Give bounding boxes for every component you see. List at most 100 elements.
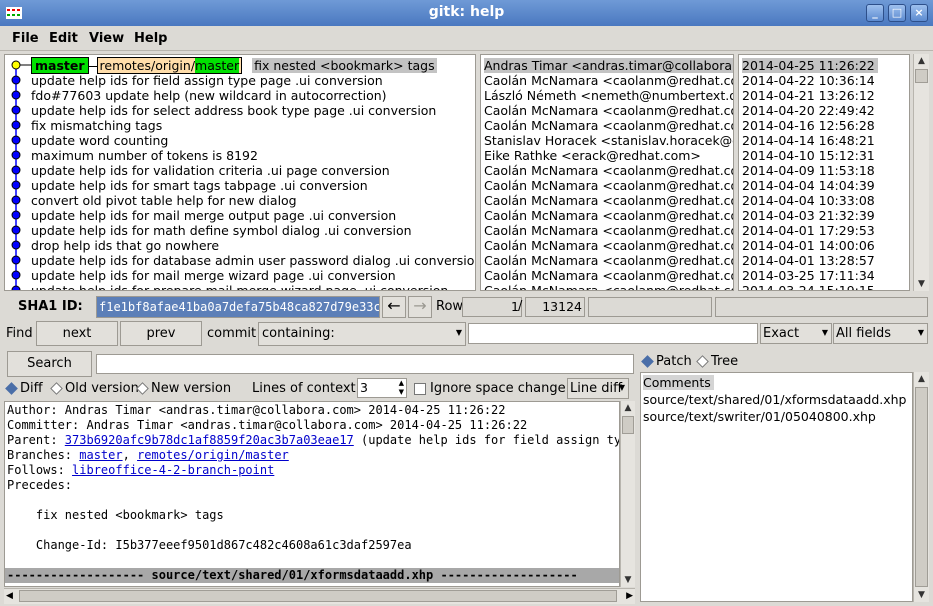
branch-link-remote[interactable]: remotes/origin/master xyxy=(137,448,289,462)
commit-row[interactable]: maximum number of tokens is 8192 xyxy=(31,148,258,163)
spinner-arrows-icon[interactable]: ▲ ▼ xyxy=(399,379,404,397)
context-spinbox[interactable]: 3 ▲ ▼ xyxy=(357,378,407,398)
author-row[interactable]: Caolán McNamara <caolanm@redhat.com xyxy=(484,238,733,253)
date-row[interactable]: 2014-04-22 10:36:14 xyxy=(742,73,875,88)
find-next-button[interactable]: next xyxy=(36,321,118,346)
commit-details[interactable]: Author: Andras Timar <andras.timar@colla… xyxy=(4,401,620,587)
author-row[interactable]: Eike Rathke <erack@redhat.com> xyxy=(484,148,701,163)
scroll-thumb[interactable] xyxy=(915,69,928,83)
date-row[interactable]: 2014-04-03 21:32:39 xyxy=(742,208,875,223)
author-row[interactable]: Caolán McNamara <caolanm@redhat.com xyxy=(484,178,733,193)
author-row[interactable]: Caolán McNamara <caolanm@redhat.com xyxy=(484,103,733,118)
hscroll-thumb[interactable] xyxy=(19,590,617,602)
file-list-comments[interactable]: Comments xyxy=(643,375,714,390)
author-row[interactable]: László Németh <nemeth@numbertext.or xyxy=(484,88,733,103)
parent-link[interactable]: 373b6920afc9b78dc1af8859f20ac3b7a03eae17 xyxy=(65,433,354,447)
commit-row[interactable]: update help ids for database admin user … xyxy=(31,253,475,268)
follows-link[interactable]: libreoffice-4-2-branch-point xyxy=(72,463,274,477)
ignore-space-checkbox[interactable]: Ignore space change xyxy=(414,381,566,396)
file-list-item[interactable]: source/text/swriter/01/05040800.xhp xyxy=(643,409,876,424)
author-row[interactable]: Caolán McNamara <caolanm@redhat.com xyxy=(484,223,733,238)
branch-tag-master[interactable]: master xyxy=(31,57,89,74)
forward-arrow-icon[interactable]: → xyxy=(408,296,432,318)
author-row[interactable]: Caolán McNamara <caolanm@redhat.com xyxy=(484,193,733,208)
menu-view[interactable]: View xyxy=(89,31,124,46)
commit-row[interactable]: update word counting xyxy=(31,133,168,148)
author-row[interactable]: Caolán McNamara <caolanm@redhat.com xyxy=(484,283,733,290)
remote-branch-tag[interactable]: remotes/origin/master xyxy=(96,57,243,74)
date-row[interactable]: 2014-04-01 17:29:53 xyxy=(742,223,875,238)
date-row[interactable]: 2014-04-01 13:28:57 xyxy=(742,253,875,268)
close-icon[interactable]: × xyxy=(910,4,928,22)
commit-list[interactable]: master remotes/origin/master fix nested <… xyxy=(4,54,476,291)
find-match-select[interactable]: Exact ▼ xyxy=(760,323,832,344)
find-fields-select[interactable]: All fields ▼ xyxy=(833,323,928,344)
menu-file[interactable]: File xyxy=(12,31,39,46)
file-list-item[interactable]: source/text/shared/01/xformsdataadd.xhp xyxy=(643,392,906,407)
file-list[interactable]: Comments source/text/shared/01/xformsdat… xyxy=(640,372,913,602)
commit-row[interactable]: update help ids for select address book … xyxy=(31,103,436,118)
details-scrollbar[interactable]: ▲ ▼ xyxy=(620,401,635,587)
date-row[interactable]: 2014-03-25 17:11:34 xyxy=(742,268,875,283)
author-list[interactable]: Andras Timar <andras.timar@collabora.c C… xyxy=(480,54,734,291)
commit-row[interactable]: update help ids for prepare mail merge w… xyxy=(31,283,448,290)
date-row[interactable]: 2014-04-20 22:49:42 xyxy=(742,103,875,118)
details-hscrollbar[interactable]: ◀ ▶ xyxy=(4,588,635,604)
patch-radio[interactable]: Patch xyxy=(641,354,692,369)
scroll-up-icon[interactable]: ▲ xyxy=(621,401,635,415)
scroll-up-icon[interactable]: ▲ xyxy=(914,54,929,68)
author-row[interactable]: Caolán McNamara <caolanm@redhat.com xyxy=(484,268,733,283)
author-row[interactable]: Caolán McNamara <caolanm@redhat.com xyxy=(484,163,733,178)
commit-subject-selected[interactable]: fix nested <bookmark> tags xyxy=(252,58,437,73)
maximize-icon[interactable]: □ xyxy=(888,4,906,22)
commit-row[interactable]: convert old pivot table help for new dia… xyxy=(31,193,297,208)
scroll-down-icon[interactable]: ▼ xyxy=(621,573,635,587)
date-row[interactable]: 2014-04-16 12:56:28 xyxy=(742,118,875,133)
title-bar[interactable]: gitk: help _ □ × xyxy=(0,0,933,26)
menu-help[interactable]: Help xyxy=(134,31,167,46)
commit-row[interactable]: update help ids for validation criteria … xyxy=(31,163,390,178)
scroll-thumb[interactable] xyxy=(622,416,634,434)
branch-link-master[interactable]: master xyxy=(79,448,122,462)
commit-row[interactable]: fdo#77603 update help (new wildcard in a… xyxy=(31,88,387,103)
date-row[interactable]: 2014-04-14 16:48:21 xyxy=(742,133,875,148)
date-row[interactable]: 2014-03-24 15:19:15 xyxy=(742,283,875,290)
commit-row[interactable]: update help ids for mail merge output pa… xyxy=(31,208,396,223)
diff-radio[interactable]: Diff xyxy=(5,381,43,396)
find-mode-select[interactable]: containing: ▼ xyxy=(258,322,466,346)
commit-row[interactable]: update help ids for mail merge wizard pa… xyxy=(31,268,396,283)
file-list-scrollbar[interactable]: ▲ ▼ xyxy=(913,372,929,602)
back-arrow-icon[interactable]: ← xyxy=(382,296,406,318)
scroll-left-icon[interactable]: ◀ xyxy=(6,589,13,604)
date-row[interactable]: 2014-04-01 14:00:06 xyxy=(742,238,875,253)
scroll-thumb[interactable] xyxy=(915,387,928,587)
old-version-radio[interactable]: Old version xyxy=(50,381,139,396)
line-diff-select[interactable]: Line diff ▼ xyxy=(567,378,629,399)
commit-row[interactable]: update help ids for math define symbol d… xyxy=(31,223,412,238)
date-row-selected[interactable]: 2014-04-25 11:26:22 xyxy=(742,58,878,73)
scroll-down-icon[interactable]: ▼ xyxy=(914,277,929,291)
search-input[interactable] xyxy=(96,354,634,374)
date-row[interactable]: 2014-04-04 10:33:08 xyxy=(742,193,875,208)
sha1-input[interactable]: f1e1bf8afae41ba0a7defa75b48ca827d79e33cd xyxy=(96,296,380,318)
new-version-radio[interactable]: New version xyxy=(136,381,231,396)
commit-list-scrollbar[interactable]: ▲ ▼ xyxy=(913,54,929,291)
author-row[interactable]: Caolán McNamara <caolanm@redhat.com xyxy=(484,73,733,88)
find-prev-button[interactable]: prev xyxy=(120,321,202,346)
commit-row[interactable]: update help ids for smart tags tabpage .… xyxy=(31,178,368,193)
date-row[interactable]: 2014-04-21 13:26:12 xyxy=(742,88,875,103)
menu-edit[interactable]: Edit xyxy=(49,31,78,46)
find-text-input[interactable] xyxy=(468,323,758,344)
date-row[interactable]: 2014-04-09 11:53:18 xyxy=(742,163,875,178)
commit-row[interactable]: drop help ids that go nowhere xyxy=(31,238,219,253)
scroll-right-icon[interactable]: ▶ xyxy=(626,589,633,604)
date-row[interactable]: 2014-04-04 14:04:39 xyxy=(742,178,875,193)
author-row[interactable]: Caolán McNamara <caolanm@redhat.com xyxy=(484,253,733,268)
author-row-selected[interactable]: Andras Timar <andras.timar@collabora.c xyxy=(484,58,733,73)
commit-row[interactable]: update help ids for field assign type pa… xyxy=(31,73,383,88)
minimize-icon[interactable]: _ xyxy=(866,4,884,22)
date-row[interactable]: 2014-04-10 15:12:31 xyxy=(742,148,875,163)
tree-radio[interactable]: Tree xyxy=(696,354,738,369)
author-row[interactable]: Stanislav Horacek <stanislav.horacek@gr xyxy=(484,133,733,148)
commit-row-head[interactable]: master remotes/origin/master fix nested <… xyxy=(31,57,437,74)
